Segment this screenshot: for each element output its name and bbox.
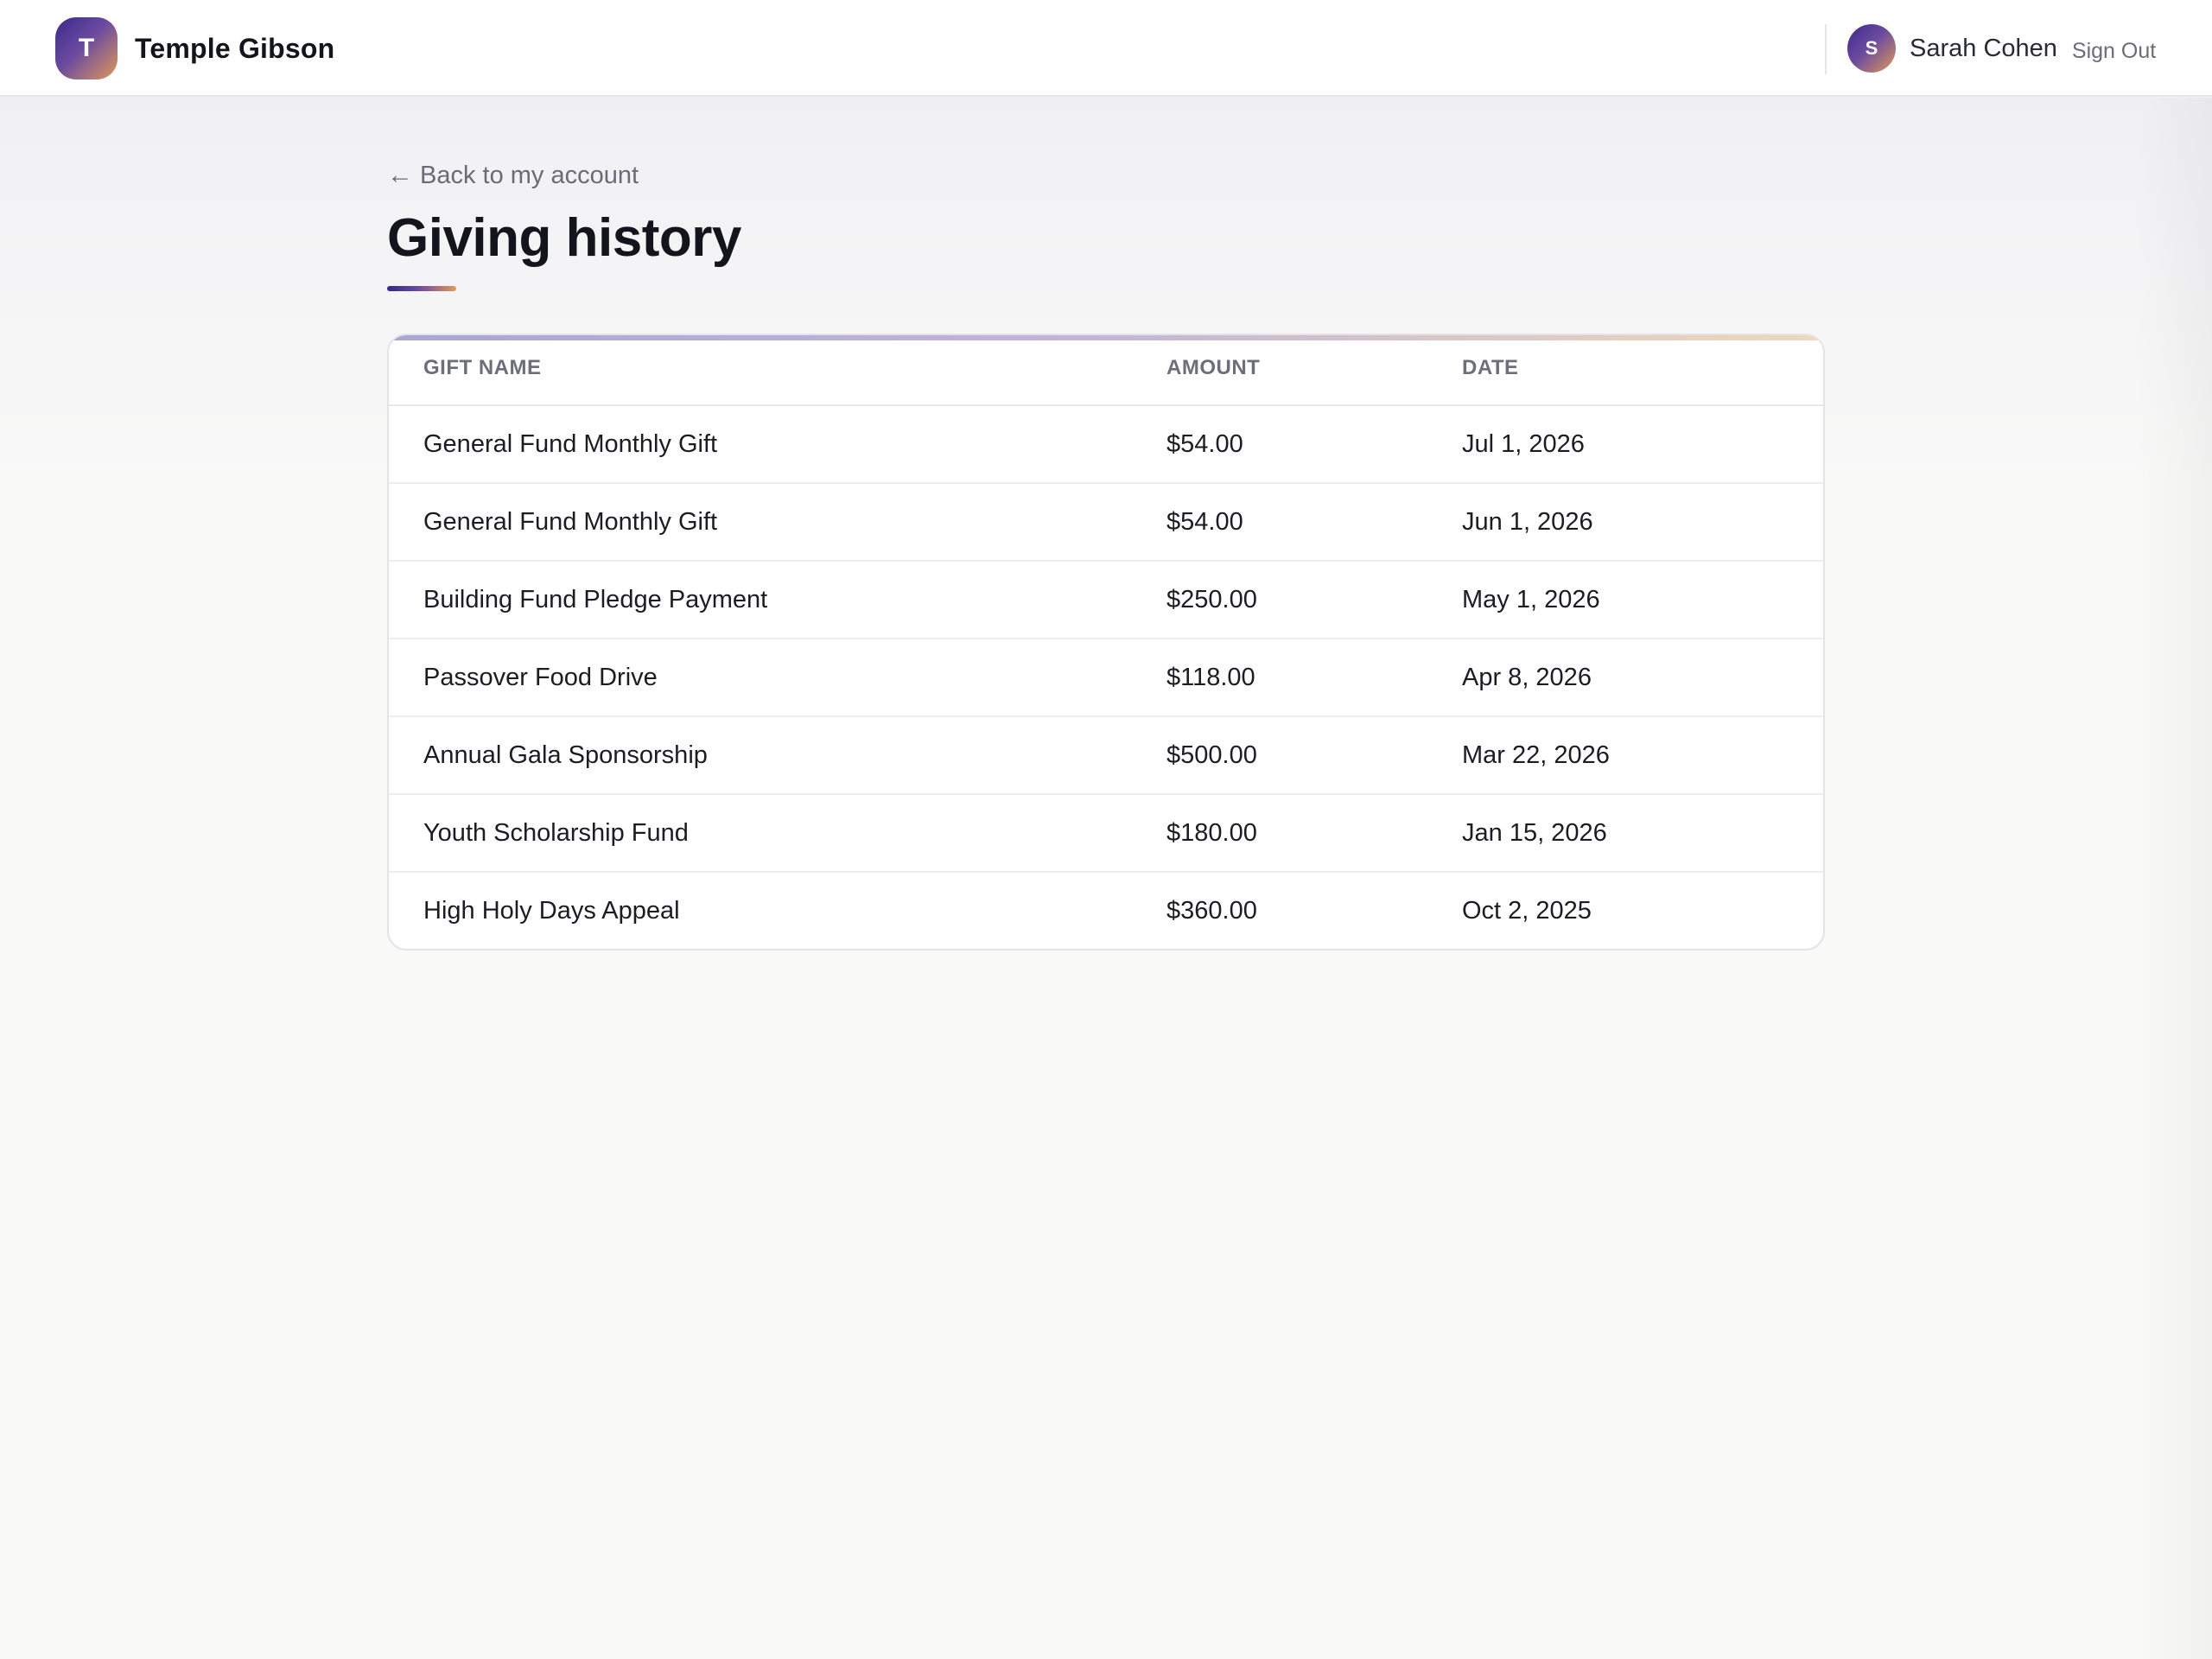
- gift-name-cell: General Fund Monthly Gift: [423, 430, 718, 458]
- amount-cell: $500.00: [1166, 741, 1257, 769]
- amount-cell: $180.00: [1166, 819, 1257, 847]
- amount-cell: $118.00: [1166, 664, 1255, 691]
- brand-logo: T: [55, 17, 118, 79]
- brand-name: Temple Gibson: [135, 32, 335, 64]
- date-cell: Jun 1, 2026: [1462, 508, 1593, 536]
- title-underline: [387, 286, 456, 291]
- brand[interactable]: T Temple Gibson: [55, 17, 334, 79]
- date-cell: Jul 1, 2026: [1462, 430, 1585, 458]
- column-header-gift-name: GIFT NAME: [423, 356, 542, 379]
- gift-name-cell: Building Fund Pledge Payment: [423, 586, 768, 613]
- amount-cell: $250.00: [1166, 586, 1257, 613]
- gift-name-cell: High Holy Days Appeal: [423, 897, 680, 925]
- date-cell: Oct 2, 2025: [1462, 897, 1592, 925]
- date-cell: Jan 15, 2026: [1462, 819, 1607, 847]
- table-row: Annual Gala Sponsorship $500.00 Mar 22, …: [389, 717, 1823, 795]
- table-row: High Holy Days Appeal $360.00 Oct 2, 202…: [389, 873, 1823, 949]
- amount-cell: $54.00: [1166, 508, 1243, 536]
- table-row: General Fund Monthly Gift $54.00 Jul 1, …: [389, 406, 1823, 484]
- amount-cell: $54.00: [1166, 430, 1243, 458]
- column-header-date: DATE: [1462, 356, 1519, 379]
- date-cell: May 1, 2026: [1462, 586, 1600, 613]
- column-header-amount: AMOUNT: [1166, 356, 1261, 379]
- gift-name-cell: Youth Scholarship Fund: [423, 819, 689, 847]
- avatar[interactable]: S: [1847, 24, 1896, 73]
- gift-name-cell: Passover Food Drive: [423, 664, 658, 691]
- gift-name-cell: Annual Gala Sponsorship: [423, 741, 708, 769]
- arrow-left-icon: ←: [387, 161, 413, 189]
- amount-cell: $360.00: [1166, 897, 1257, 925]
- back-link-label: Back to my account: [420, 161, 639, 189]
- date-cell: Apr 8, 2026: [1462, 664, 1592, 691]
- page-edge-shade: [2134, 98, 2212, 1659]
- table-row: General Fund Monthly Gift $54.00 Jun 1, …: [389, 484, 1823, 562]
- table-header: GIFT NAME AMOUNT DATE: [389, 335, 1823, 406]
- header-divider: [1825, 24, 1827, 74]
- table-row: Youth Scholarship Fund $180.00 Jan 15, 2…: [389, 795, 1823, 873]
- table-row: Building Fund Pledge Payment $250.00 May…: [389, 562, 1823, 639]
- page-title: Giving history: [387, 208, 741, 268]
- user-name: Sarah Cohen: [1910, 34, 2057, 62]
- gift-name-cell: General Fund Monthly Gift: [423, 508, 718, 536]
- back-to-account-link[interactable]: ← Back to my account: [387, 161, 639, 190]
- table-row: Passover Food Drive $118.00 Apr 8, 2026: [389, 639, 1823, 717]
- giving-history-table: GIFT NAME AMOUNT DATE General Fund Month…: [387, 334, 1825, 950]
- top-header: T Temple Gibson S Sarah Cohen Sign Out: [0, 0, 2212, 97]
- sign-out-link[interactable]: Sign Out: [2072, 39, 2156, 64]
- user-menu: S Sarah Cohen Sign Out: [1847, 24, 2156, 73]
- date-cell: Mar 22, 2026: [1462, 741, 1610, 769]
